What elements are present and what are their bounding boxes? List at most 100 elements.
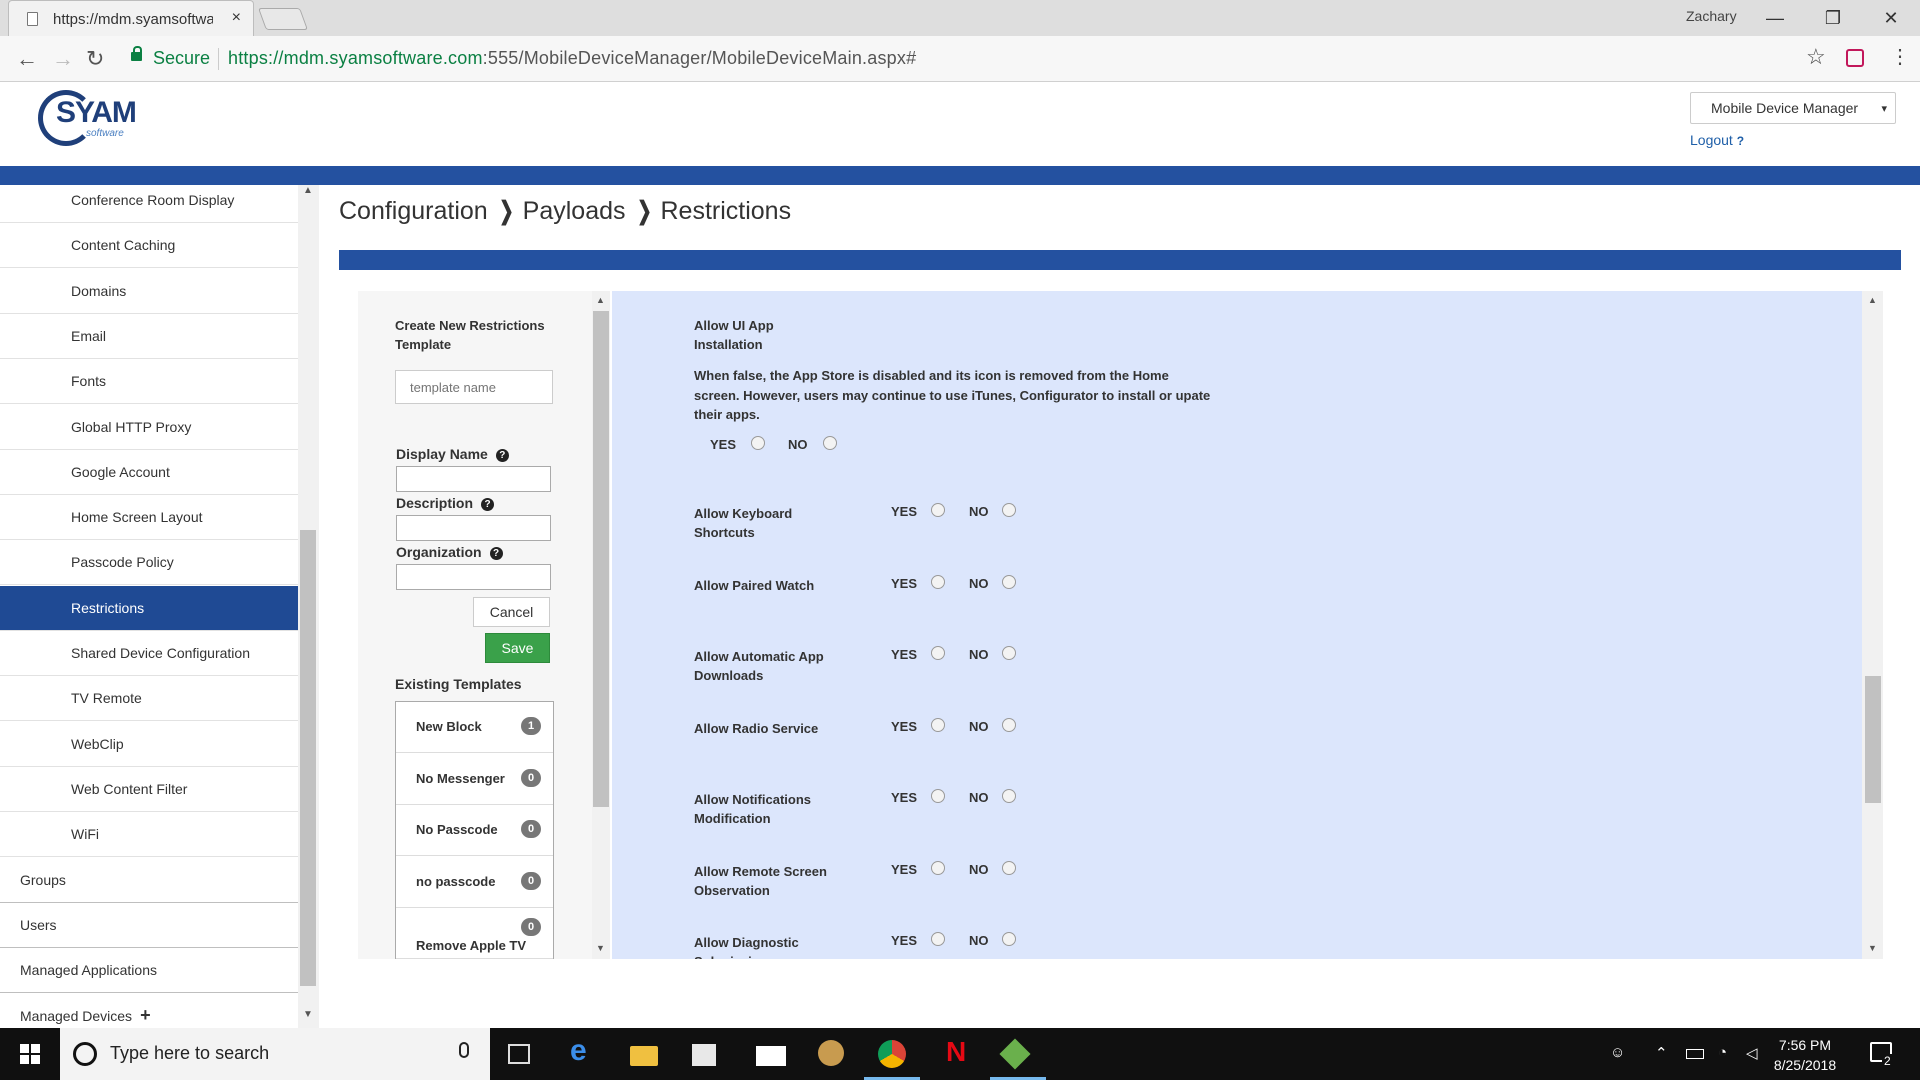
chrome-icon[interactable] — [878, 1040, 906, 1068]
scroll-down-icon[interactable]: ▼ — [303, 1009, 313, 1020]
reload-button[interactable]: ↻ — [86, 46, 104, 72]
sidebar-item-conference-room-display[interactable]: Conference Room Display — [0, 185, 298, 223]
logout-link[interactable]: Logout ? — [1690, 132, 1744, 148]
cancel-button[interactable]: Cancel — [473, 597, 550, 627]
new-tab-button[interactable] — [257, 8, 309, 30]
help-icon[interactable]: ? — [489, 547, 503, 560]
allow-paired-watch-yes-radio[interactable] — [931, 574, 945, 589]
ui-app-yes-radio[interactable] — [751, 436, 765, 450]
sidebar-item-email[interactable]: Email — [0, 313, 298, 359]
taskbar-clock[interactable]: 7:56 PM 8/25/2018 — [1760, 1035, 1850, 1075]
sidebar-item-content-caching[interactable]: Content Caching — [0, 223, 298, 269]
back-button[interactable]: ← — [16, 46, 38, 72]
template-item[interactable]: No Passcode 0 — [396, 805, 553, 856]
taskbar-search[interactable]: Type here to search — [60, 1028, 490, 1080]
sidebar-item-groups[interactable]: Groups — [0, 857, 298, 903]
allow-diagnostic-submission-no-radio[interactable] — [1002, 932, 1016, 946]
sidebar-item-web-content-filter[interactable]: Web Content Filter — [0, 766, 298, 812]
save-button[interactable]: Save — [485, 633, 550, 663]
allow-automatic-app-downloads-yes-radio[interactable] — [931, 646, 945, 660]
template-panel-scrollbar[interactable]: ▲ ▼ — [592, 291, 610, 959]
task-view-icon[interactable] — [508, 1044, 530, 1064]
sidebar-item-restrictions[interactable]: Restrictions — [0, 585, 298, 631]
restrictions-scroll-thumb[interactable] — [1865, 676, 1881, 803]
file-explorer-icon[interactable] — [630, 1046, 658, 1066]
profile-name[interactable]: Zachary — [1686, 8, 1737, 24]
close-window-button[interactable]: ✕ — [1868, 4, 1914, 32]
scroll-down-icon[interactable]: ▼ — [1868, 943, 1877, 953]
sidebar-item-users[interactable]: Users — [0, 902, 298, 948]
sidebar-item-tv-remote[interactable]: TV Remote — [0, 676, 298, 722]
store-icon[interactable] — [692, 1044, 716, 1066]
forward-button[interactable]: → — [52, 46, 74, 72]
allow-paired-watch-no-radio[interactable] — [1002, 574, 1016, 589]
allow-automatic-app-downloads-no-radio[interactable] — [1002, 646, 1016, 660]
scroll-down-icon[interactable]: ▼ — [596, 943, 605, 953]
allow-notifications-modification-yes-radio[interactable] — [931, 789, 945, 803]
edge-browser-icon[interactable]: e — [570, 1034, 598, 1067]
sidebar-scrollbar[interactable]: ▲ ▼ — [298, 185, 319, 1028]
help-icon[interactable]: ? — [481, 498, 495, 511]
allow-notifications-modification-no-radio[interactable] — [1002, 789, 1016, 803]
sidebar-item-managed-devices[interactable]: Managed Devices + — [0, 993, 298, 1028]
sidebar-item-shared-device-configuration[interactable]: Shared Device Configuration — [0, 631, 298, 676]
scroll-up-icon[interactable]: ▲ — [303, 185, 313, 196]
breadcrumb-configuration[interactable]: Configuration — [339, 197, 488, 225]
sidebar-item-google-account[interactable]: Google Account — [0, 449, 298, 495]
allow-diagnostic-submission-yes-radio[interactable] — [931, 932, 945, 946]
extension-icon[interactable] — [1846, 49, 1864, 67]
sidebar-item-global-http-proxy[interactable]: Global HTTP Proxy — [0, 404, 298, 450]
help-icon[interactable]: ? — [495, 449, 509, 462]
sidebar-item-home-screen-layout[interactable]: Home Screen Layout — [0, 495, 298, 541]
template-item[interactable]: Remove Apple TV 0 — [396, 908, 553, 959]
template-item[interactable]: New Block 1 — [396, 702, 553, 753]
wifi-icon[interactable]: ◔ — [1718, 1044, 1727, 1061]
sidebar-item-managed-applications[interactable]: Managed Applications — [0, 948, 298, 994]
ui-app-no-radio[interactable] — [823, 436, 837, 450]
template-item[interactable]: no passcode 0 — [396, 857, 553, 908]
scroll-up-icon[interactable]: ▲ — [596, 295, 605, 305]
sidebar-item-fonts[interactable]: Fonts — [0, 359, 298, 405]
paint-icon[interactable] — [818, 1040, 844, 1066]
people-icon[interactable]: ☺ — [1610, 1044, 1625, 1061]
scroll-up-icon[interactable]: ▲ — [1868, 295, 1877, 305]
display-name-field[interactable] — [396, 466, 551, 492]
tab-close-icon[interactable]: × — [232, 9, 241, 27]
allow-radio-service-no-radio[interactable] — [1002, 717, 1016, 732]
breadcrumb-payloads[interactable]: Payloads — [523, 197, 626, 225]
sidebar-item-wifi[interactable]: WiFi — [0, 812, 298, 858]
allow-keyboard-shortcuts-no-radio[interactable] — [1002, 503, 1016, 517]
restrictions-scrollbar[interactable]: ▲ ▼ — [1862, 291, 1883, 959]
browser-tab[interactable]: https://mdm.syamsoftware.com × — [8, 0, 254, 36]
microphone-icon[interactable] — [459, 1042, 469, 1058]
sidebar-item-passcode-policy[interactable]: Passcode Policy — [0, 540, 298, 586]
url-field[interactable]: https://mdm.syamsoftware.com:555/MobileD… — [228, 48, 916, 69]
chevron-up-icon[interactable]: ⌃ — [1655, 1044, 1668, 1062]
sidebar-scroll-thumb[interactable] — [300, 530, 316, 986]
plus-icon[interactable]: + — [140, 1005, 151, 1025]
mail-icon[interactable] — [756, 1046, 786, 1066]
browser-menu-icon[interactable]: ⋮ — [1890, 44, 1910, 69]
template-name-input[interactable] — [395, 370, 553, 404]
allow-radio-service-yes-radio[interactable] — [931, 717, 945, 732]
sidebar-item-webclip[interactable]: WebClip — [0, 721, 298, 767]
allow-keyboard-shortcuts-yes-radio[interactable] — [931, 503, 945, 517]
sidebar-item-domains[interactable]: Domains — [0, 268, 298, 314]
organization-field[interactable] — [396, 564, 551, 590]
bookmark-star-icon[interactable]: ☆ — [1806, 44, 1826, 70]
minimize-button[interactable]: — — [1752, 4, 1798, 32]
cortana-icon[interactable] — [73, 1042, 97, 1066]
allow-remote-screen-observation-yes-radio[interactable] — [931, 860, 945, 875]
windows-start-icon[interactable] — [20, 1044, 40, 1064]
netflix-icon[interactable]: N — [946, 1036, 974, 1067]
description-field[interactable] — [396, 515, 551, 541]
maximize-button[interactable]: ❐ — [1810, 4, 1856, 32]
template-scroll-thumb[interactable] — [593, 311, 609, 807]
battery-icon[interactable] — [1686, 1049, 1704, 1059]
allow-remote-screen-observation-no-radio[interactable] — [1002, 860, 1016, 875]
app-selector[interactable]: Mobile Device Manager ▾ — [1690, 92, 1896, 124]
help-icon[interactable]: ? — [1737, 134, 1744, 148]
template-item[interactable]: No Messenger 0 — [396, 754, 553, 805]
app-help-icon[interactable] — [999, 1038, 1031, 1070]
secure-label[interactable]: Secure — [153, 48, 210, 69]
